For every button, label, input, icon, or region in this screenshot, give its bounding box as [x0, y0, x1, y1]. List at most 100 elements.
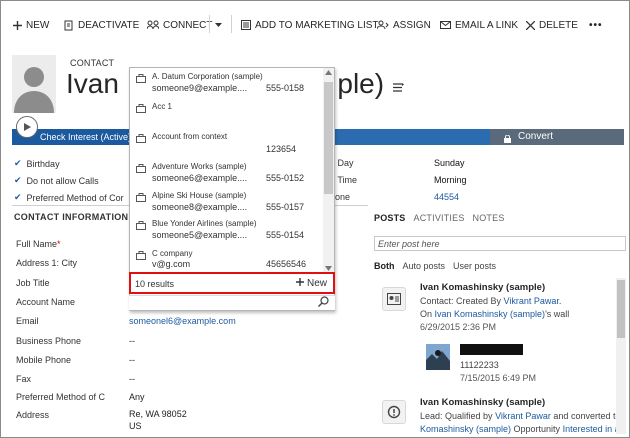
assign-button[interactable]: ASSIGN [377, 18, 431, 32]
lookup-scrollbar-thumb[interactable] [324, 82, 333, 194]
user-photo-icon [426, 344, 450, 370]
lookup-item-name: Alpine Ski House (sample) [152, 191, 247, 200]
scroll-down-icon[interactable] [325, 266, 332, 271]
field-label: Job Title [16, 278, 50, 288]
delete-button[interactable]: DELETE [526, 18, 578, 32]
field-label: Account Name [16, 297, 76, 307]
checkmark-icon: ✔ [14, 175, 22, 185]
section-heading: CONTACT INFORMATION [14, 212, 129, 222]
assign-icon [377, 20, 389, 30]
checkmark-icon: ✔ [14, 192, 22, 202]
email-field[interactable]: someonel6@example.com [129, 316, 236, 326]
tab-notes[interactable]: NOTES [473, 213, 505, 223]
lookup-item-phone: 555-0157 [266, 202, 305, 212]
more-commands-button[interactable]: ••• [589, 18, 603, 32]
field-label: Preferred Method of C [16, 392, 106, 402]
stage-field-do-not-allow-calls[interactable]: ✔ Do not allow Calls [14, 175, 99, 186]
lookup-item-email: someone9@example.... [152, 83, 248, 93]
search-icon[interactable] [318, 296, 329, 309]
command-bar: NEW DEACTIVATE CONNECT ADD TO MARKETING … [1, 1, 629, 45]
post-input[interactable]: Enter post here [374, 236, 626, 251]
lookup-item-email: someone8@example.... [152, 202, 248, 212]
scroll-up-icon[interactable] [325, 70, 332, 75]
form-selector-icon[interactable] [393, 83, 404, 94]
business-phone-field[interactable]: -- [129, 336, 135, 346]
user-link[interactable]: Vikrant Pawar [504, 296, 559, 306]
list-icon [241, 20, 251, 30]
filter-user-posts[interactable]: User posts [453, 261, 496, 271]
connect-button[interactable]: CONNECT [147, 18, 212, 32]
posts-scrollbar-thumb[interactable] [617, 280, 625, 338]
lookup-item-name: Blue Yonder Airlines (sample) [152, 219, 257, 228]
new-button-label: NEW [26, 19, 50, 31]
stage-field-link[interactable]: 44554 [434, 192, 459, 202]
address-field-country[interactable]: US [129, 421, 142, 431]
mobile-phone-field[interactable]: -- [129, 355, 135, 365]
post-title: Ivan Komashinsky (sample) [420, 282, 546, 293]
avatar[interactable] [12, 55, 56, 113]
delete-button-label: DELETE [539, 19, 578, 31]
post-text: 11122233 [460, 360, 499, 370]
person-silhouette-icon [14, 67, 54, 113]
stage-field-preferred-method[interactable]: ✔ Preferred Method of Cor [14, 192, 124, 203]
lookup-item-phone: 555-0158 [266, 83, 305, 93]
lookup-item-name: Adventure Works (sample) [152, 162, 247, 171]
lookup-item-phone: 45656546 [266, 259, 307, 269]
lookup-item-phone: 555-0154 [266, 230, 305, 240]
lookup-item[interactable]: C company v@g.com 45656546 [133, 249, 319, 271]
toolbar-divider [231, 15, 232, 33]
stage-field-value[interactable]: Morning [434, 175, 467, 185]
post-timestamp: 7/15/2015 6:49 PM [460, 373, 537, 383]
page-title-right: ple) [337, 68, 385, 99]
lookup-search-row[interactable] [129, 295, 335, 310]
email-a-link-label: EMAIL A LINK [455, 19, 518, 31]
user-avatar[interactable] [426, 344, 450, 370]
lookup-item-name: A. Datum Corporation (sample) [152, 72, 263, 81]
post-text: On Ivan Komashinsky (sample)'s wall [420, 309, 570, 319]
new-button[interactable]: NEW [13, 18, 49, 32]
tab-posts[interactable]: POSTS [374, 213, 406, 223]
lookup-new-label: New [307, 278, 328, 289]
tab-activities[interactable]: ACTIVITIES [414, 213, 465, 223]
lock-icon [504, 133, 511, 149]
account-icon [136, 221, 146, 230]
fax-field[interactable]: -- [129, 374, 135, 384]
record-link[interactable]: Ivan Komashinsky (sample) [435, 309, 546, 319]
record-link[interactable]: Komashinsky (sample) [420, 424, 511, 434]
stage-field-label: Birthday [26, 158, 60, 169]
connect-dropdown-button[interactable] [215, 18, 222, 32]
deactivate-button-label: DEACTIVATE [78, 19, 140, 31]
process-flag-button[interactable] [16, 116, 38, 138]
lookup-item[interactable]: Account from context 123654 [133, 132, 319, 154]
preferred-method-field[interactable]: Any [129, 392, 145, 402]
lookup-item[interactable]: Adventure Works (sample) someone6@exampl… [133, 162, 319, 184]
entity-type-label: CONTACT [70, 58, 115, 68]
lookup-item-email: v@g.com [152, 259, 191, 269]
user-link[interactable]: Vikrant Pawar [495, 411, 551, 421]
field-label: Fax [16, 374, 32, 384]
lookup-item[interactable]: Alpine Ski House (sample) someone8@examp… [133, 191, 319, 213]
posts-tab-strip: POSTS ACTIVITIES NOTES [374, 213, 505, 223]
plus-icon [296, 278, 304, 289]
stage-field-birthday[interactable]: ✔ Birthday [14, 158, 60, 169]
stage-convert[interactable]: Convert [490, 129, 624, 145]
add-to-marketing-list-button[interactable]: ADD TO MARKETING LIST [241, 18, 379, 32]
account-icon [136, 104, 146, 113]
lookup-new-button[interactable]: New [296, 278, 327, 289]
play-icon [24, 123, 31, 131]
opportunity-link[interactable]: Interested in a [563, 424, 620, 434]
field-label: Address 1: City [16, 258, 78, 268]
stage-field-value[interactable]: Sunday [434, 158, 465, 168]
lookup-item[interactable]: A. Datum Corporation (sample) someone9@e… [133, 72, 319, 94]
filter-both[interactable]: Both [374, 261, 395, 271]
filter-auto-posts[interactable]: Auto posts [403, 261, 446, 271]
lookup-item[interactable]: Acc 1 [133, 102, 319, 116]
lookup-item[interactable]: Blue Yonder Airlines (sample) someone5@e… [133, 219, 319, 241]
field-label: Mobile Phone [16, 355, 72, 365]
deactivate-button[interactable]: DEACTIVATE [64, 18, 139, 32]
post-author-redacted: Vikrant Pawar [460, 344, 523, 355]
stage-chevron [470, 129, 488, 145]
address-field[interactable]: Re, WA 98052 [129, 409, 187, 419]
email-a-link-button[interactable]: EMAIL A LINK [440, 18, 518, 32]
account-icon [136, 251, 146, 260]
